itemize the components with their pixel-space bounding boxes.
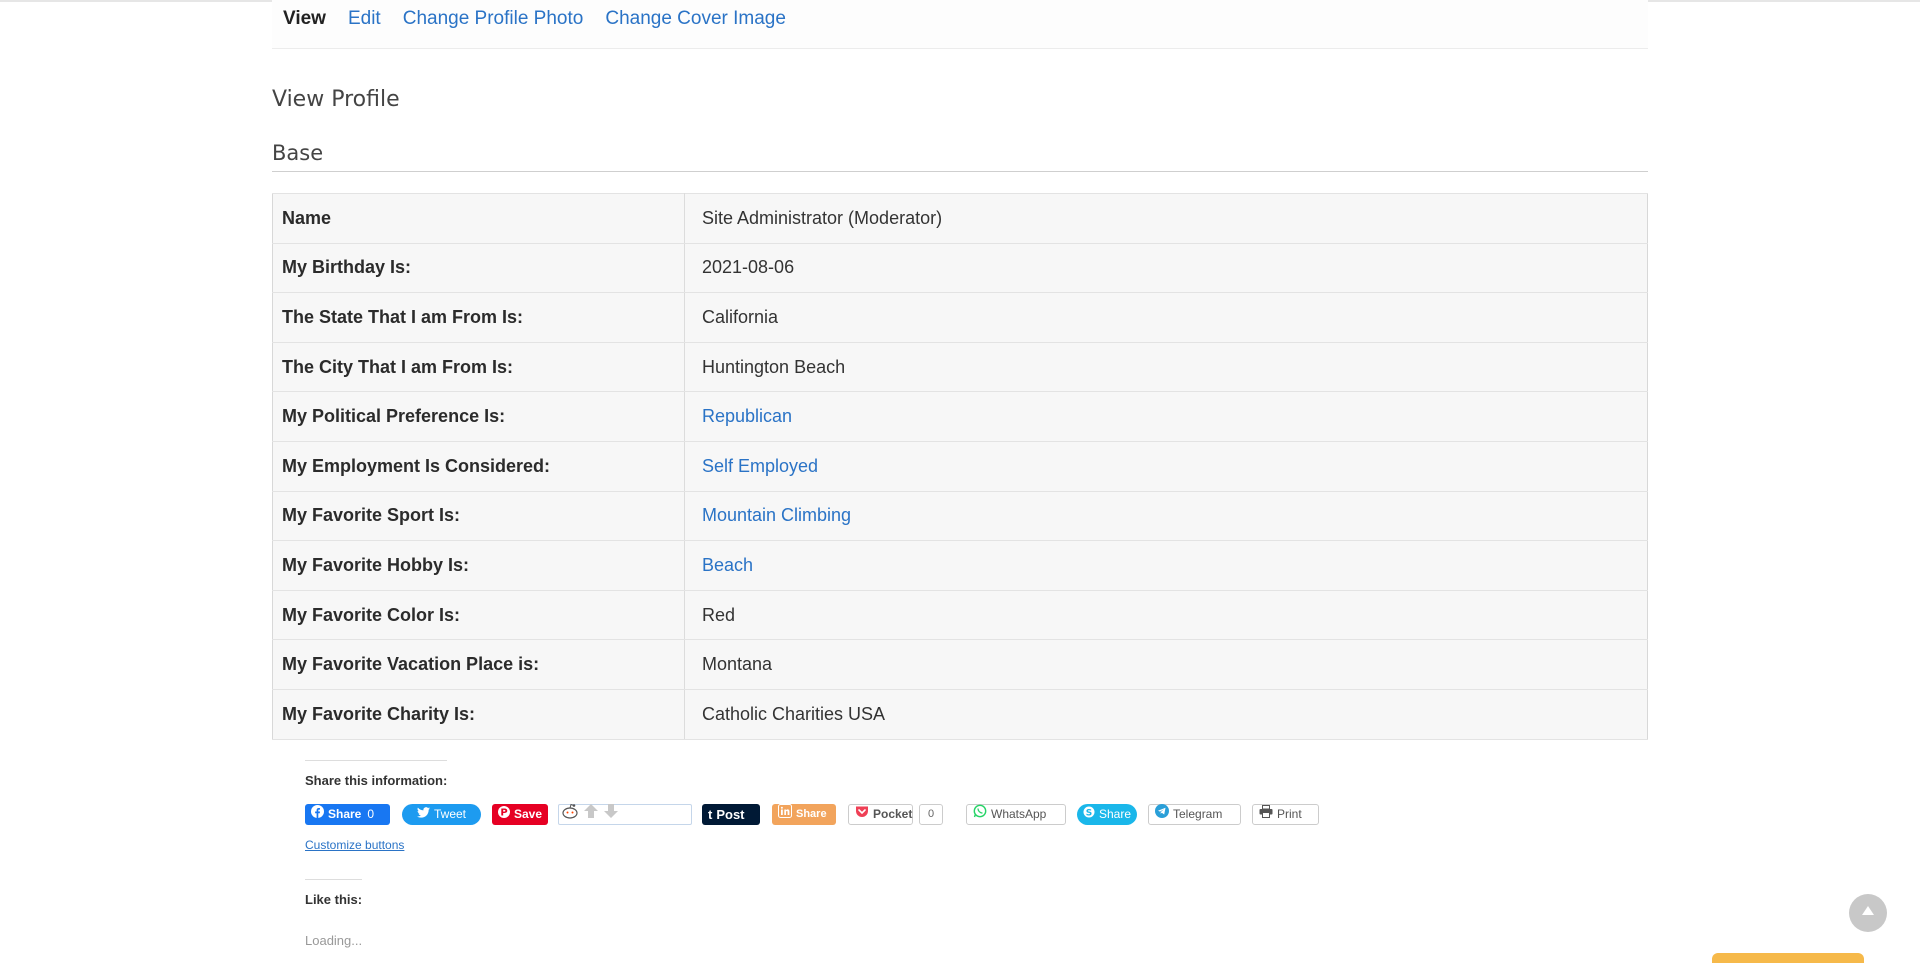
like-section: Like this:: [305, 879, 363, 909]
print-icon: [1259, 804, 1273, 825]
field-label: My Favorite Vacation Place is:: [272, 639, 685, 690]
field-value-cell: Republican: [684, 391, 1648, 442]
field-label: My Employment Is Considered:: [272, 440, 685, 492]
svg-text:S: S: [1086, 808, 1092, 818]
field-value: 2021-08-06: [684, 242, 1648, 294]
section-title: Base: [272, 141, 1648, 172]
whatsapp-icon: [973, 804, 987, 825]
facebook-share-count: 0: [367, 807, 375, 821]
field-value: California: [684, 292, 1648, 343]
pocket-label: Pocket: [873, 807, 913, 821]
profile-fields-table: Name Site Administrator (Moderator) My Bir…: [272, 193, 1648, 740]
share-section: Share this information:: [305, 760, 448, 790]
field-label: My Favorite Color Is:: [272, 589, 685, 641]
profile-tabs: View Edit Change Profile Photo Change Co…: [272, 0, 1648, 49]
tumblr-post-label: Post: [716, 807, 745, 822]
pinterest-icon: P: [498, 804, 510, 825]
pocket-icon: [855, 804, 869, 825]
twitter-icon: [416, 804, 430, 825]
profile-field-row: The City That I am From Is: Huntington Be…: [272, 341, 1648, 393]
whatsapp-share-button[interactable]: WhatsApp: [966, 804, 1066, 825]
like-heading: Like this:: [305, 879, 363, 907]
field-value: Montana: [684, 639, 1648, 690]
pocket-count: 0: [919, 804, 943, 825]
field-value-cell: Mountain Climbing: [684, 490, 1648, 542]
tumblr-post-button[interactable]: t Post: [702, 804, 760, 825]
likes-loading-text: Loading...: [305, 933, 363, 948]
linkedin-share-button[interactable]: Share: [772, 803, 836, 826]
profile-field-row: My Favorite Color Is: Red: [272, 589, 1648, 641]
field-value: Site Administrator (Moderator): [684, 193, 1648, 244]
field-value-cell: Self Employed: [684, 440, 1648, 492]
tweet-button[interactable]: Tweet: [402, 804, 481, 825]
skype-icon: S: [1083, 804, 1095, 825]
pinterest-save-button[interactable]: P Save: [492, 804, 548, 825]
field-value-link[interactable]: Self Employed: [702, 456, 818, 476]
reddit-icon: [561, 803, 579, 826]
floating-action-tab[interactable]: [1712, 953, 1864, 963]
profile-field-row: The State That I am From Is: California: [272, 292, 1648, 343]
profile-field-row: My Political Preference Is: Republican: [272, 391, 1648, 442]
skype-share-label: Share: [1099, 807, 1132, 821]
tweet-label: Tweet: [433, 807, 466, 821]
telegram-label: Telegram: [1173, 807, 1223, 821]
field-value: Red: [684, 589, 1648, 641]
linkedin-icon: [778, 803, 792, 826]
svg-text:P: P: [500, 808, 507, 819]
profile-field-row: My Favorite Vacation Place is: Montana: [272, 639, 1648, 690]
field-label: My Favorite Sport Is:: [272, 490, 685, 542]
downvote-icon[interactable]: [603, 803, 619, 826]
profile-content: View Edit Change Profile Photo Change Co…: [272, 0, 1648, 740]
field-value: Catholic Charities USA: [684, 688, 1648, 740]
linkedin-share-label: Share: [796, 808, 827, 820]
field-label: My Birthday Is:: [272, 242, 685, 294]
tab-change-profile-photo[interactable]: Change Profile Photo: [403, 8, 584, 30]
tab-view[interactable]: View: [283, 8, 326, 30]
field-label: Name: [272, 193, 685, 244]
field-label: The City That I am From Is:: [272, 341, 685, 393]
profile-field-row: My Favorite Sport Is: Mountain Climbing: [272, 490, 1648, 542]
field-value: Huntington Beach: [684, 341, 1648, 393]
facebook-share-label: Share: [328, 807, 362, 821]
field-label: My Favorite Charity Is:: [272, 688, 685, 740]
arrow-up-icon: [1860, 904, 1876, 923]
print-label: Print: [1277, 807, 1302, 821]
pinterest-save-label: Save: [514, 807, 543, 821]
telegram-share-button[interactable]: Telegram: [1148, 804, 1241, 825]
page-title: View Profile: [272, 87, 400, 112]
field-value-link[interactable]: Republican: [702, 406, 792, 426]
telegram-icon: [1155, 804, 1169, 825]
field-value-link[interactable]: Beach: [702, 555, 753, 575]
field-value-link[interactable]: Mountain Climbing: [702, 505, 851, 525]
field-label: The State That I am From Is:: [272, 292, 685, 343]
profile-field-row: My Favorite Hobby Is: Beach: [272, 540, 1648, 591]
facebook-share-button[interactable]: Share 0: [305, 804, 390, 825]
tab-change-cover-image[interactable]: Change Cover Image: [605, 8, 786, 30]
upvote-icon[interactable]: [583, 803, 599, 826]
share-heading: Share this information:: [305, 760, 448, 788]
profile-field-row: My Employment Is Considered: Self Employe…: [272, 440, 1648, 492]
whatsapp-label: WhatsApp: [991, 807, 1047, 821]
scroll-to-top-button[interactable]: [1849, 894, 1887, 932]
profile-field-row: My Favorite Charity Is: Catholic Charitie…: [272, 688, 1648, 740]
pocket-button[interactable]: Pocket: [848, 804, 913, 825]
tumblr-icon: t: [708, 807, 713, 822]
print-button[interactable]: Print: [1252, 804, 1319, 825]
field-label: My Favorite Hobby Is:: [272, 540, 685, 591]
skype-share-button[interactable]: S Share: [1077, 804, 1137, 825]
field-label: My Political Preference Is:: [272, 391, 685, 442]
reddit-vote-widget[interactable]: [558, 803, 692, 826]
facebook-icon: [311, 804, 324, 825]
profile-field-row: Name Site Administrator (Moderator): [272, 193, 1648, 244]
tab-edit[interactable]: Edit: [348, 8, 381, 30]
field-value-cell: Beach: [684, 540, 1648, 591]
profile-field-row: My Birthday Is: 2021-08-06: [272, 242, 1648, 294]
customize-buttons-link[interactable]: Customize buttons: [305, 838, 404, 852]
